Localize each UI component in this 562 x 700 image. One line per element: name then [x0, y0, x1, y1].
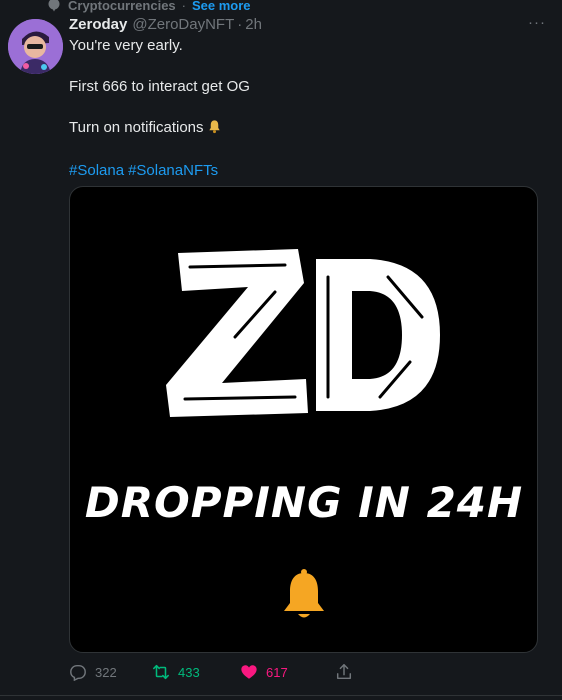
hashtag-link[interactable]: #SolanaNFTs [128, 162, 218, 179]
tweet-body: You're very early. First 666 to interact… [69, 36, 539, 202]
tagline: DROPPING IN 24H [85, 478, 523, 527]
tweet-time[interactable]: 2h [245, 16, 262, 33]
tweet-line: Turn on notifications [69, 118, 539, 140]
see-more-link[interactable]: See more [192, 0, 251, 13]
tweet-line: You're very early. [69, 37, 183, 54]
hashtags: #Solana #SolanaNFTs [69, 161, 539, 181]
like-count: 617 [266, 664, 288, 680]
bell-emoji-icon [207, 119, 222, 140]
divider [0, 695, 562, 696]
reply-count: 322 [95, 664, 117, 680]
media-image[interactable]: DROPPING IN 24H [69, 186, 538, 653]
hashtag-link[interactable]: #Solana [69, 162, 124, 179]
author-handle[interactable]: @ZeroDayNFT [132, 16, 234, 33]
reply-button[interactable]: 322 [69, 663, 152, 681]
tweet-line: First 666 to interact get OG [69, 78, 250, 95]
heart-icon [240, 663, 258, 681]
like-button[interactable]: 617 [240, 663, 335, 681]
topic-separator: · [181, 0, 186, 13]
bell-icon [284, 569, 324, 618]
reply-icon [69, 663, 87, 681]
header-separator: · [237, 15, 243, 33]
tweet-line-text: Turn on notifications [69, 119, 204, 136]
avatar[interactable] [8, 19, 63, 74]
topic-name[interactable]: Cryptocurrencies [68, 0, 176, 13]
retweet-count: 433 [178, 664, 200, 680]
share-button[interactable] [335, 663, 353, 681]
tweet-actions: 322 433 617 [69, 662, 369, 682]
author-name[interactable]: Zeroday [69, 16, 127, 33]
share-icon [335, 663, 353, 681]
retweet-button[interactable]: 433 [152, 663, 240, 681]
tweet[interactable]: Cryptocurrencies · See more Zeroday @Zer… [0, 0, 562, 700]
topic-bubble-icon [46, 0, 62, 13]
tweet-header: Zeroday @ZeroDayNFT · 2h [69, 14, 552, 34]
zd-logo [166, 249, 440, 417]
topic-context: Cryptocurrencies · See more [46, 0, 251, 14]
more-options-icon[interactable]: ··· [528, 14, 546, 31]
retweet-icon [152, 663, 170, 681]
